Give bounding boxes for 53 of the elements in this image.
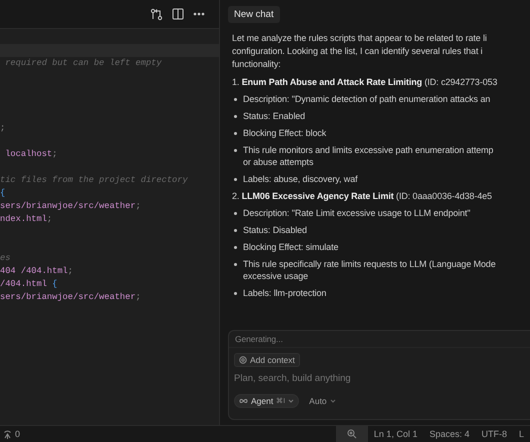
code-line: { [0,188,6,198]
bullet-text: Labels: llm-protection [243,287,326,299]
code-line: required but can be left empty [4,58,162,68]
code-line: localhost; [4,149,58,159]
status-item[interactable]: Spaces: 4 [423,429,476,439]
bullet-text: Status: Disabled [243,224,307,236]
bullet-text: Status: Enabled [243,110,306,122]
status-item[interactable]: Ln 1, Col 1 [368,429,424,439]
caret-icon [330,399,336,403]
status-item[interactable]: UTF-8 [475,429,513,439]
bullet-icon [234,229,237,232]
rule-heading: 2. LLM06 Excessive Agency Rate Limit (ID: 0aaa0036-4d38-4e5 [232,190,493,202]
bullet-icon [234,292,237,295]
bullet-text: Blocking Effect: simulate [243,241,338,253]
code-line: ; [0,123,6,133]
antenna-icon [3,430,12,438]
code-line: es [0,253,10,263]
caret-icon [288,399,294,403]
bullet-icon [234,149,237,152]
at-sign-icon [239,356,247,364]
code-line: ndex.html; [0,214,52,224]
bullet-icon [234,212,237,215]
code-line: 404 /404.html; [0,266,73,276]
generating-status: Generating... [229,331,530,348]
zoom-button[interactable] [336,426,368,442]
infinity-icon [239,398,248,404]
chat-input-field[interactable]: Plan, search, build anything [229,373,439,384]
bullet-icon [234,178,237,181]
split-editor-icon[interactable] [172,8,184,20]
status-item[interactable]: L [512,429,530,439]
bullet-icon [234,246,237,249]
code-line: tic files from the project directory [0,175,188,185]
bullet-text: Blocking Effect: block [243,127,326,139]
bullet-icon [234,98,237,101]
rule-heading: 1. Enum Path Abuse and Attack Rate Limiting (ID: c2942773-053 [232,76,498,88]
model-dropdown[interactable]: Auto [305,395,340,407]
bullet-icon [234,132,237,135]
code-line: /404.html { [0,279,58,289]
chat-tab[interactable]: New chat [228,6,280,22]
add-context-button[interactable]: Add context [234,353,300,367]
code-line: sers/brianwjoe/src/weather; [0,292,141,302]
ports-count: 0 [15,429,20,439]
bullet-icon [234,115,237,118]
bullet-text: Description: "Rate Limit excessive usage to LLM endpoint" [243,207,470,219]
bullet-text: This rule monitors and limits excessive path enumeration attemp or abuse attempts [243,144,494,168]
chat-paragraph: Let me analyze the rules scripts that appear to be related to rate li configuration. Looking at the list, I can identify several rules that i functionality: [232,32,488,71]
bullet-text: Labels: abuse, discovery, waf [243,173,358,185]
compare-changes-icon[interactable] [150,8,163,20]
bullet-text: Description: "Dynamic detection of path enumeration attacks an [243,93,490,105]
code-line: sers/brianwjoe/src/weather; [0,201,141,211]
zoom-in-icon [346,429,357,439]
bullet-text: This rule specifically rate limits requests to LLM (Language Mode excessive usage [243,258,496,282]
bullet-icon [234,263,237,266]
